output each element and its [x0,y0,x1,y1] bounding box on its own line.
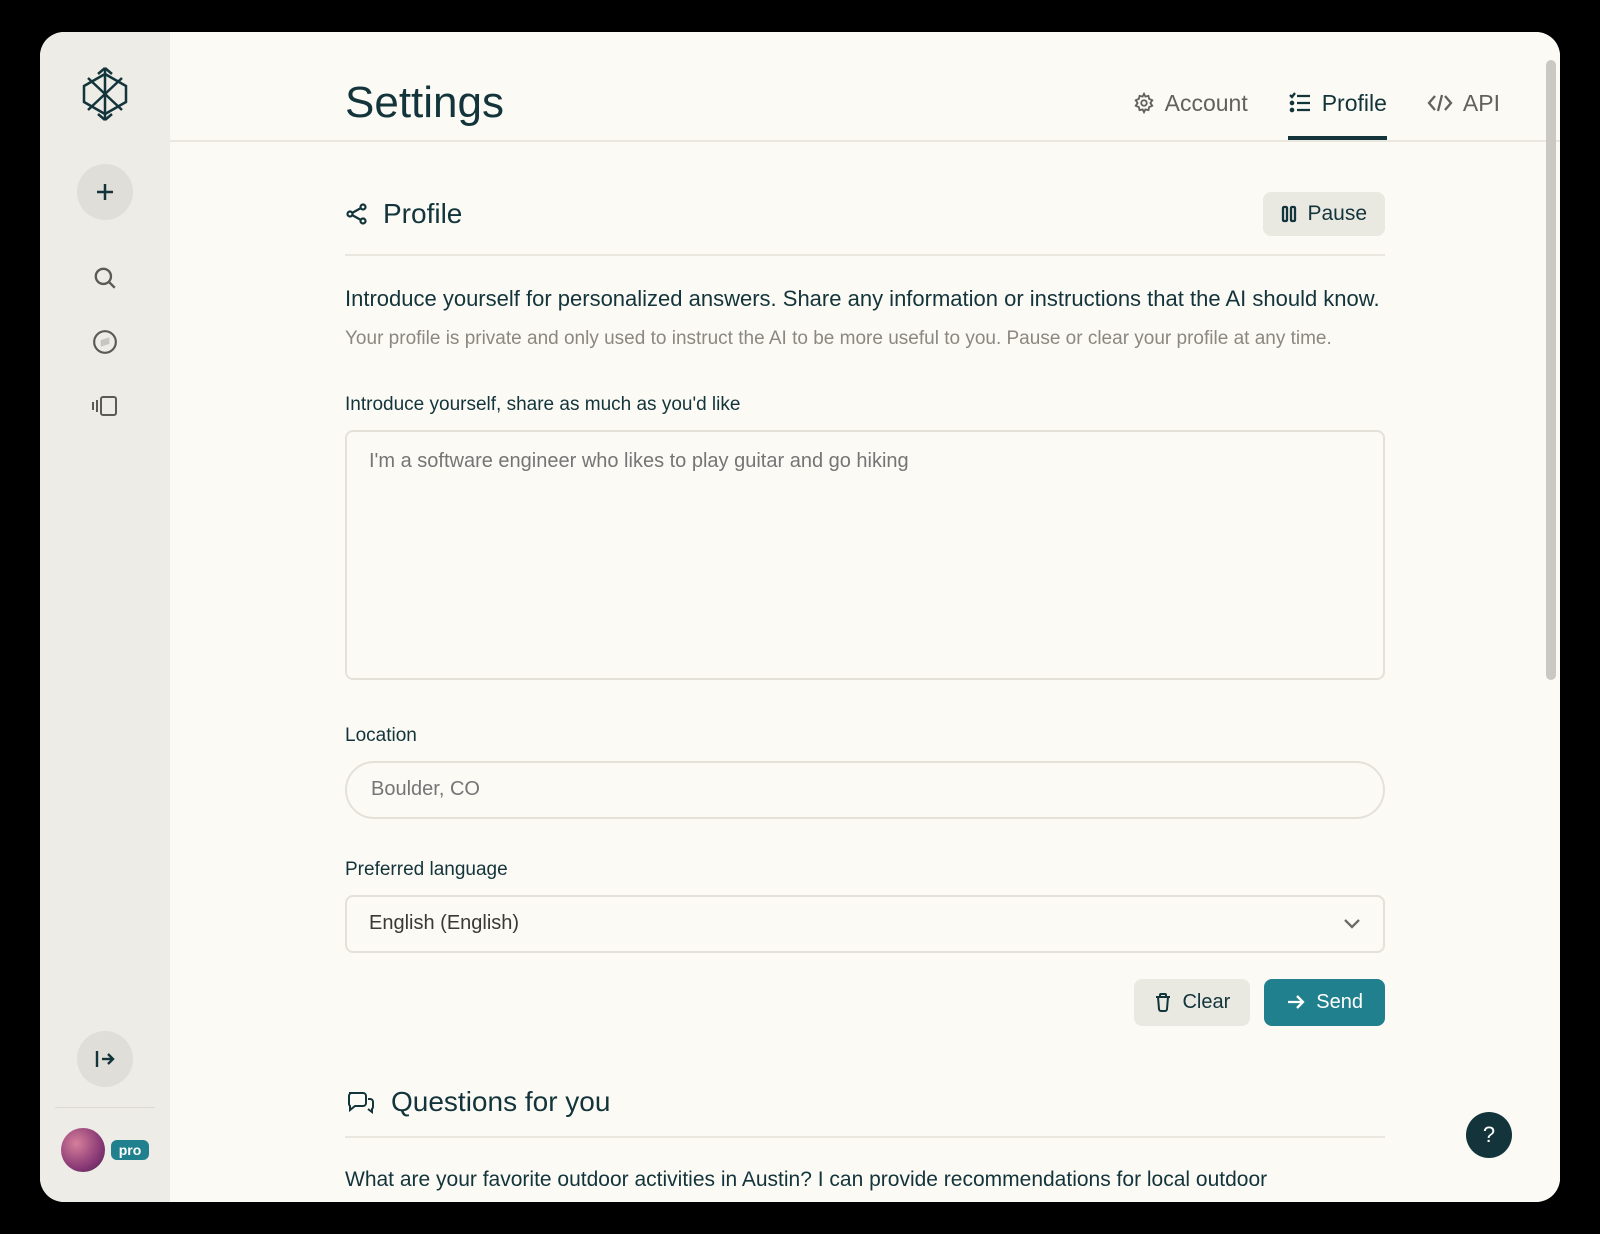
scrollbar-thumb[interactable] [1546,60,1556,680]
header: Settings Account Profile API [170,32,1560,142]
profile-subintro: Your profile is private and only used to… [345,324,1385,353]
tabs: Account Profile API [1133,66,1500,140]
pause-button[interactable]: Pause [1263,192,1385,236]
new-thread-button[interactable] [77,164,133,220]
location-label: Location [345,725,1385,747]
chat-icon [345,1089,375,1115]
tab-account-label: Account [1165,90,1248,117]
tab-account[interactable]: Account [1133,66,1248,140]
clear-button[interactable]: Clear [1134,979,1250,1026]
main-content: Settings Account Profile API [170,32,1560,1202]
arrow-right-icon [1286,993,1306,1011]
trash-icon [1154,992,1172,1012]
question-text: What are your favorite outdoor activitie… [345,1164,1385,1196]
share-icon [345,202,369,226]
bio-textarea[interactable] [345,430,1385,680]
search-icon[interactable] [77,250,133,306]
pause-icon [1281,205,1297,223]
language-value: English (English) [369,912,519,935]
bio-label: Introduce yourself, share as much as you… [345,394,1385,416]
send-button[interactable]: Send [1264,979,1385,1026]
code-icon [1427,93,1453,113]
language-select[interactable]: English (English) [345,895,1385,953]
help-button[interactable]: ? [1466,1112,1512,1158]
pause-label: Pause [1307,202,1367,226]
chevron-down-icon [1343,918,1361,930]
location-input[interactable] [345,761,1385,819]
send-label: Send [1316,991,1363,1014]
sidebar: pro [40,32,170,1202]
profile-section-header: Profile Pause [345,192,1385,256]
tab-api[interactable]: API [1427,66,1500,140]
questions-title: Questions for you [391,1086,610,1118]
user-menu[interactable]: pro [61,1128,150,1172]
tab-profile[interactable]: Profile [1288,66,1387,140]
app-logo [78,64,132,124]
gear-icon [1133,92,1155,114]
page-title: Settings [345,78,504,128]
avatar [61,1128,105,1172]
questions-section-header: Questions for you [345,1086,1385,1138]
language-label: Preferred language [345,859,1385,881]
library-icon[interactable] [77,378,133,434]
divider [55,1107,155,1108]
clear-label: Clear [1182,991,1230,1014]
profile-intro: Introduce yourself for personalized answ… [345,282,1385,316]
profile-section-title: Profile [383,198,462,230]
list-check-icon [1288,92,1312,114]
pro-badge: pro [111,1140,150,1160]
discover-icon[interactable] [77,314,133,370]
tab-api-label: API [1463,90,1500,117]
expand-sidebar-button[interactable] [77,1031,133,1087]
tab-profile-label: Profile [1322,90,1387,117]
